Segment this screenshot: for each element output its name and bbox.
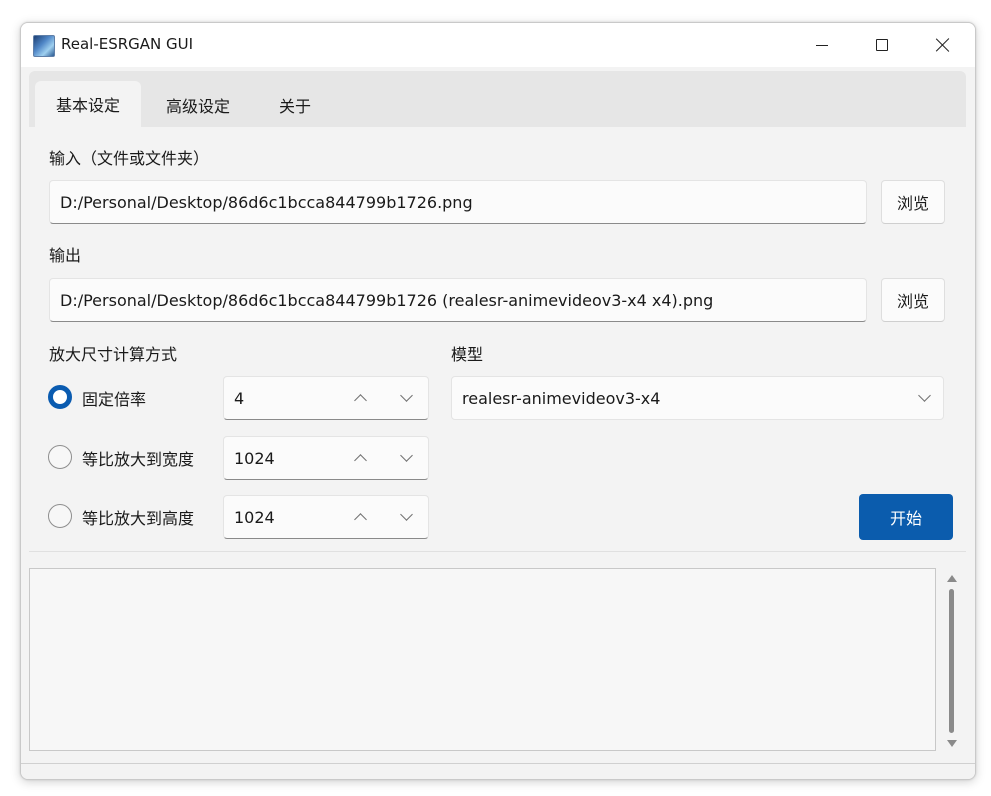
chevron-up-icon[interactable]: [354, 454, 367, 467]
tab-about[interactable]: 关于: [279, 93, 311, 117]
input-browse-button[interactable]: 浏览: [881, 180, 945, 224]
scrollbar-thumb[interactable]: [949, 589, 954, 733]
chevron-down-icon: [918, 389, 931, 402]
chevron-down-icon[interactable]: [400, 508, 413, 521]
scale-method-label: 放大尺寸计算方式: [49, 345, 178, 364]
output-label: 输出: [49, 246, 82, 265]
basic-settings-panel: 输入（文件或文件夹） D:/Personal/Desktop/86d6c1bcc…: [29, 127, 966, 552]
close-icon: [936, 38, 950, 52]
window-title: Real-ESRGAN GUI: [61, 35, 194, 53]
output-path-field[interactable]: D:/Personal/Desktop/86d6c1bcca844799b172…: [49, 278, 867, 322]
input-label: 输入（文件或文件夹）: [49, 149, 210, 168]
radio-fixed-ratio-label: 固定倍率: [82, 390, 147, 409]
tab-basic-settings[interactable]: 基本设定: [35, 81, 141, 127]
log-scrollbar[interactable]: [943, 573, 961, 749]
log-output-area[interactable]: [29, 568, 936, 751]
minimize-button[interactable]: [791, 23, 853, 67]
model-label: 模型: [451, 345, 484, 364]
height-stepper[interactable]: 1024: [223, 495, 429, 539]
model-select[interactable]: realesr-animevideov3-x4: [451, 376, 944, 420]
radio-scale-to-width-label: 等比放大到宽度: [82, 450, 195, 469]
chevron-down-icon[interactable]: [400, 389, 413, 402]
tab-advanced-settings[interactable]: 高级设定: [166, 93, 230, 117]
chevron-up-icon[interactable]: [354, 394, 367, 407]
fixed-ratio-stepper[interactable]: 4: [223, 376, 429, 420]
scroll-down-icon[interactable]: [947, 740, 957, 747]
maximize-button[interactable]: [851, 23, 913, 67]
width-stepper[interactable]: 1024: [223, 436, 429, 480]
maximize-icon: [876, 39, 888, 51]
start-button[interactable]: 开始: [859, 494, 953, 540]
output-browse-button[interactable]: 浏览: [881, 278, 945, 322]
input-path-field[interactable]: D:/Personal/Desktop/86d6c1bcca844799b172…: [49, 180, 867, 224]
model-selected-value: realesr-animevideov3-x4: [462, 389, 661, 408]
radio-scale-to-width[interactable]: [48, 445, 72, 469]
app-logo-icon: [33, 35, 55, 57]
minimize-icon: [816, 45, 828, 46]
tab-bar: 基本设定 高级设定 关于: [29, 71, 966, 127]
radio-fixed-ratio[interactable]: [48, 385, 72, 409]
chevron-up-icon[interactable]: [354, 513, 367, 526]
radio-scale-to-height-label: 等比放大到高度: [82, 509, 195, 528]
height-value: 1024: [234, 508, 275, 527]
chevron-down-icon[interactable]: [400, 449, 413, 462]
close-button[interactable]: [912, 23, 974, 67]
scroll-up-icon[interactable]: [947, 575, 957, 582]
fixed-ratio-value: 4: [234, 389, 245, 408]
width-value: 1024: [234, 449, 275, 468]
app-window: Real-ESRGAN GUI 基本设定 高级设定 关于 输入（文件或文件夹） …: [20, 22, 976, 780]
title-bar: Real-ESRGAN GUI: [21, 23, 975, 67]
radio-scale-to-height[interactable]: [48, 504, 72, 528]
status-bar: [21, 763, 975, 779]
